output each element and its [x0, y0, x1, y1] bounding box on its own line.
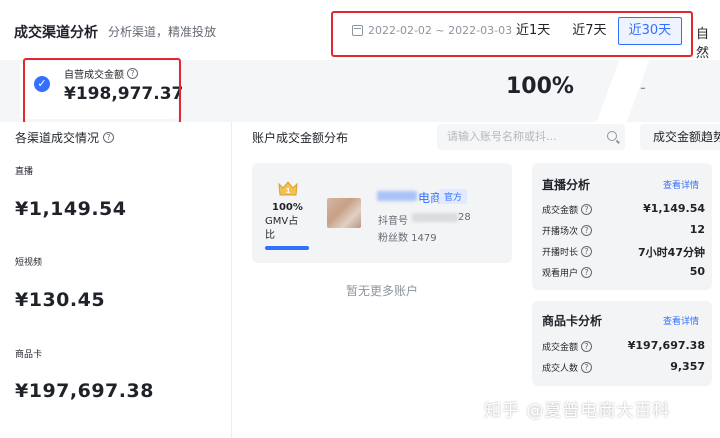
page-title: 成交渠道分析 [14, 25, 98, 41]
channel-section-title: 各渠道成交情况 ? [15, 129, 115, 146]
channel-label-live: 直播 [15, 167, 34, 177]
channel-label-goods-card: 商品卡 [15, 350, 43, 360]
live-analysis-title: 直播分析 [542, 178, 591, 192]
gmv-share-bar [265, 246, 309, 250]
douyin-id-suffix: 28 [458, 212, 471, 223]
crown-icon: 1 [278, 181, 298, 196]
official-badge: 官方 [439, 189, 468, 204]
help-icon[interactable]: ? [581, 204, 593, 215]
live-row-label: 开播时长 [542, 248, 579, 258]
channel-value-goods-card: ¥197,697.38 [15, 380, 154, 402]
live-row-amount-value: ¥1,149.54 [643, 202, 705, 215]
goods-analysis-title: 商品卡分析 [542, 314, 603, 328]
live-row-label: 观看用户 [542, 269, 579, 279]
goods-row-buyers-label: 成交人数? [542, 361, 593, 374]
watermark: 知乎 @夏普电商大百科 [484, 401, 671, 421]
help-icon[interactable]: ? [581, 362, 593, 373]
highlight-box-kpi [23, 58, 181, 124]
goods-row-amount-value: ¥197,697.38 [627, 339, 705, 352]
fans-count: 粉丝数 1479 [378, 233, 437, 244]
help-icon[interactable]: ? [581, 225, 593, 236]
search-placeholder: 请输入账号名称或抖... [447, 130, 557, 143]
douyin-id-label: 抖音号 [378, 216, 408, 227]
channel-value-live: ¥1,149.54 [15, 198, 127, 220]
live-row-viewers-value: 50 [689, 265, 705, 278]
blurred-douyin-id [412, 213, 458, 222]
help-icon[interactable]: ? [581, 246, 593, 257]
help-icon[interactable]: ? [581, 267, 593, 278]
live-row-amount-label: 成交金额? [542, 203, 593, 216]
account-gmv-label: GMV占比 [265, 216, 299, 241]
no-more-accounts: 暂无更多账户 [346, 284, 419, 298]
goods-detail-link[interactable]: 查看详情 [663, 314, 699, 327]
svg-text:1: 1 [286, 187, 291, 195]
channel-label-short-video: 短视频 [15, 258, 43, 268]
kpi-placeholder: - [640, 78, 646, 97]
account-gmv-share: 100% [272, 202, 303, 213]
search-icon[interactable] [607, 131, 617, 141]
live-row-label: 开播场次 [542, 227, 579, 237]
distribution-title: 账户成交金额分布 [252, 131, 349, 145]
live-detail-link[interactable]: 查看详情 [663, 178, 699, 191]
trend-button[interactable]: 成交金额趋势 [640, 124, 720, 150]
help-icon[interactable]: ? [581, 341, 593, 352]
live-row-sessions-value: 12 [689, 223, 705, 236]
live-row-duration-label: 开播时长? [542, 245, 593, 258]
tab-natural[interactable]: 自然 [696, 23, 720, 61]
live-row-duration-value: 7小时47分钟 [638, 246, 705, 259]
goods-row-buyers-value: 9,357 [670, 360, 705, 373]
account-search-input[interactable]: 请输入账号名称或抖... [437, 124, 625, 150]
live-row-label: 成交金额 [542, 206, 579, 216]
channel-title-text: 各渠道成交情况 [15, 131, 100, 145]
blurred-account-name [377, 191, 417, 201]
avatar [327, 198, 361, 228]
kpi-share: 100% [506, 74, 574, 99]
live-row-sessions-label: 开播场次? [542, 224, 593, 237]
channel-value-short-video: ¥130.45 [15, 289, 106, 311]
goods-row-label: 成交人数 [542, 364, 579, 374]
goods-row-label: 成交金额 [542, 343, 579, 353]
highlight-box-date [331, 11, 693, 57]
help-icon[interactable]: ? [103, 132, 115, 143]
page-subtitle: 分析渠道，精准投放 [108, 25, 217, 39]
goods-row-amount-label: 成交金额? [542, 340, 593, 353]
live-row-viewers-label: 观看用户? [542, 266, 593, 279]
